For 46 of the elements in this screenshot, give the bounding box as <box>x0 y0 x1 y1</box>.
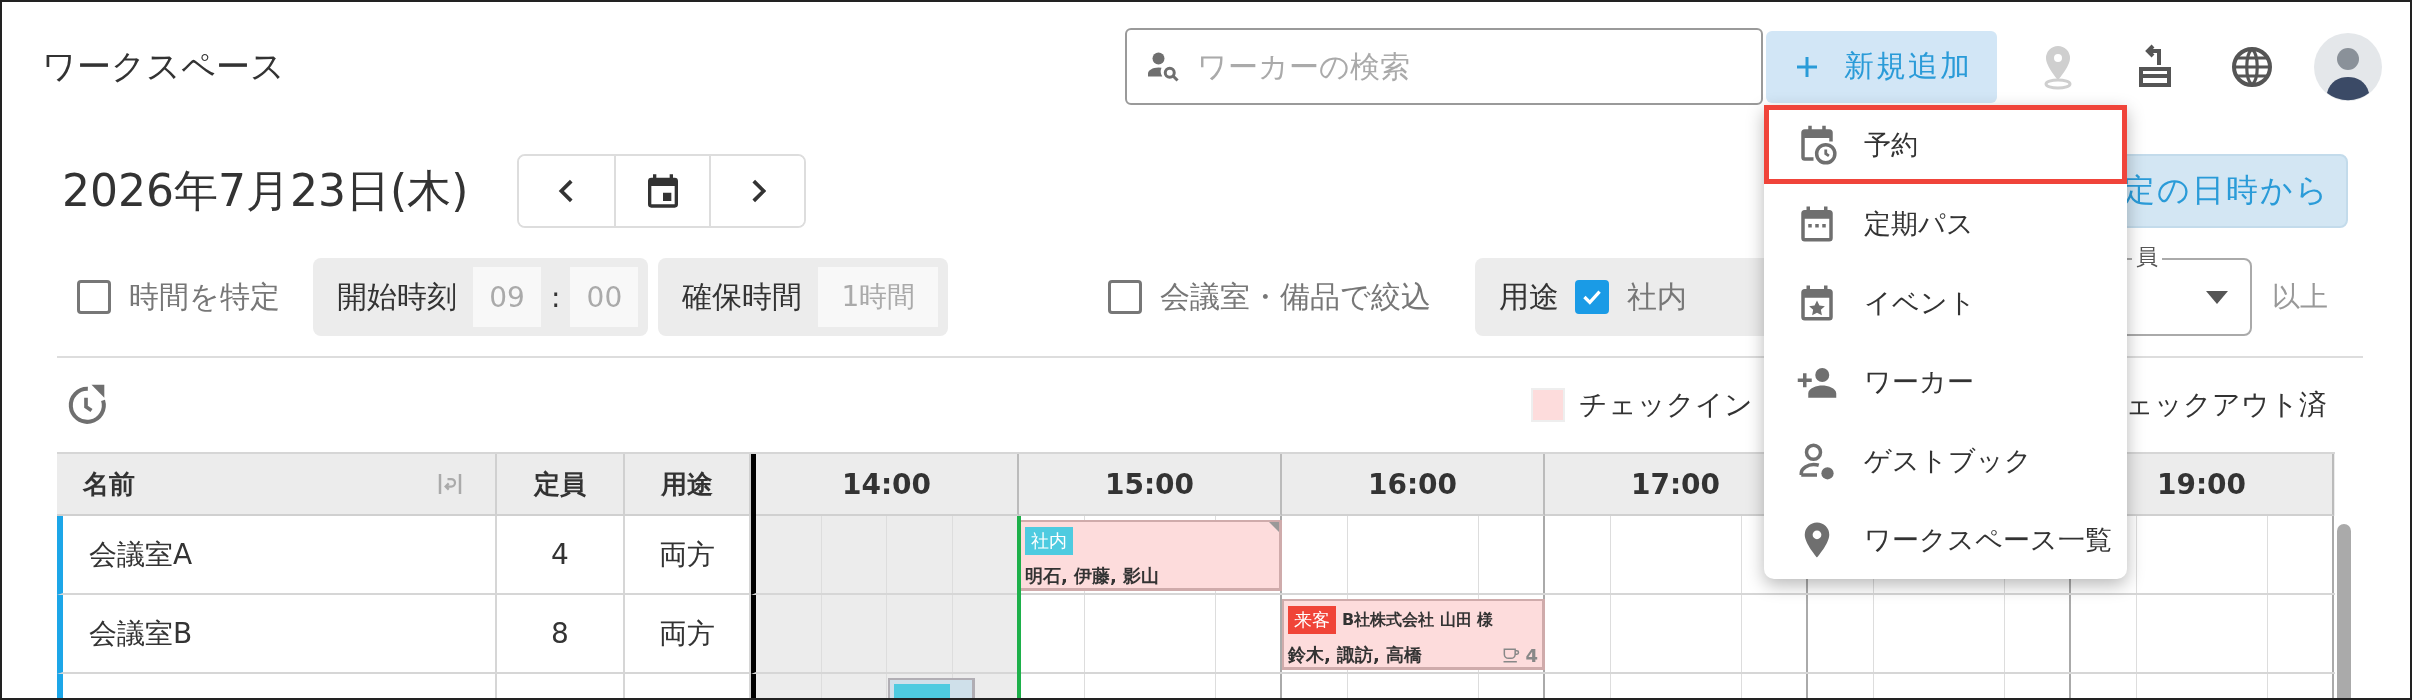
checkbox[interactable] <box>77 280 111 314</box>
checkbox-label: 時間を特定 <box>129 277 280 316</box>
current-date: 2026年7月23日(木) <box>62 163 470 218</box>
field-label: 確保時間 <box>682 277 803 316</box>
field-label: 用途 <box>1499 277 1560 316</box>
table-cell: 両方 <box>625 516 751 595</box>
table-cell: 両方 <box>625 595 751 674</box>
menu-item[interactable]: ワーカー <box>1764 342 2127 421</box>
attendee-names: 鈴木, 諏訪, 高橋 <box>1288 643 1423 667</box>
table-cell: 会議室A <box>57 516 497 595</box>
time-separator: : <box>551 280 561 314</box>
column-header: 定員 <box>497 454 625 516</box>
time-header: 15:00 <box>1019 454 1282 516</box>
table-cell: 会議室B <box>57 595 497 674</box>
search-field[interactable]: ワーカーの検索 <box>1125 28 1763 105</box>
field-label: 開始時刻 <box>337 277 457 316</box>
menu-item-label: 定期パス <box>1864 206 1974 241</box>
category-tag: 来客 <box>1288 606 1336 634</box>
page-title: ワークスペース <box>42 44 285 88</box>
caret-icon <box>2206 290 2228 304</box>
checkbox[interactable] <box>1108 280 1143 314</box>
attendee-names: 明石, 伊藤, 影山 <box>1025 564 1160 588</box>
drink-count: 4 <box>1525 644 1538 666</box>
checkbox[interactable] <box>1575 280 1610 314</box>
booking-title: B社株式会社 山田 様 <box>1342 609 1494 631</box>
table-cell: 8 <box>497 595 625 674</box>
time-header: 16:00 <box>1282 454 1545 516</box>
menu-item-label: イベント <box>1864 285 1976 320</box>
category-tag: 社内 <box>1025 527 1073 555</box>
legend-label: ェックアウト済 <box>2125 387 2327 423</box>
cup-icon <box>1501 645 1522 665</box>
avatar[interactable] <box>2314 32 2382 101</box>
suffix-label: 以上 <box>2272 279 2328 315</box>
checkbox-label: 社内 <box>1627 277 1688 316</box>
menu-item-label: 予約 <box>1864 127 1918 162</box>
scrollbar[interactable] <box>2337 524 2351 698</box>
menu-item-label: ワーカー <box>1864 364 1974 399</box>
column-header: 用途 <box>625 454 751 516</box>
menu-item-label: ゲストブック <box>1864 443 2032 478</box>
checkbox-label: 会議室・備品で絞込 <box>1160 277 1432 316</box>
booking-block[interactable]: 来客 B社株式会社 山田 様 鈴木, 諏訪, 高橋 4 <box>1282 599 1545 670</box>
menu-item-label: ワークスペース一覧 <box>1864 522 2112 557</box>
column-header: 名前 <box>83 467 135 501</box>
table-cell: 4 <box>497 516 625 595</box>
legend-label: チェックイン <box>1579 387 1753 423</box>
booking-block[interactable]: 社内 明石, 伊藤, 影山 <box>1019 520 1282 591</box>
